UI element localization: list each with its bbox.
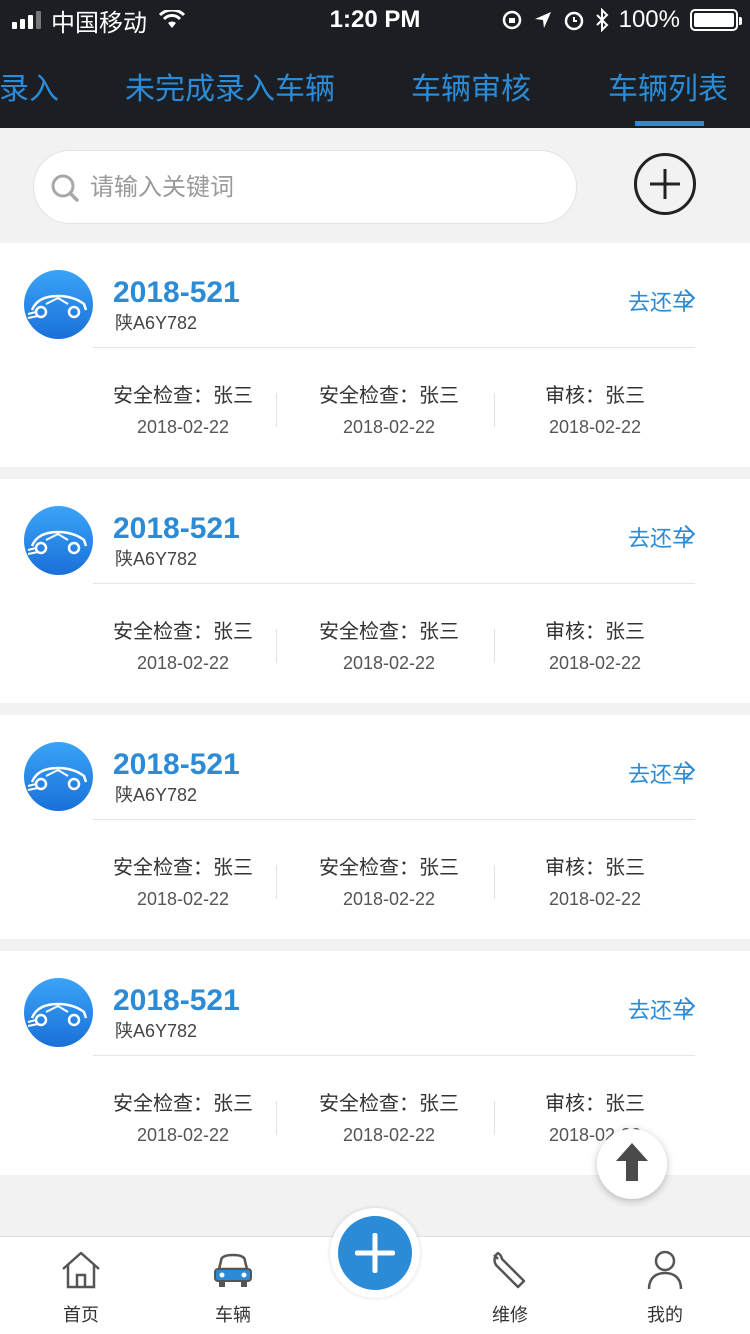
stat-date: 2018-02-22	[548, 1125, 642, 1145]
divider	[276, 865, 277, 899]
battery-label: 100%	[618, 6, 680, 33]
search-input[interactable]	[90, 169, 550, 207]
stat-safety-check: 安全检查：张三 2018-02-22	[289, 855, 489, 911]
tab-vehicle-review[interactable]: 车辆审核	[411, 64, 531, 108]
nav-label: 维修	[492, 1305, 528, 1325]
stat-label: 审核：张三	[545, 385, 645, 407]
stat-safety-check: 安全检查：张三 2018-02-22	[83, 1091, 283, 1147]
car-avatar-icon	[24, 506, 93, 575]
stat-label: 安全检查：张三	[319, 1093, 459, 1115]
stat-date: 2018-02-22	[548, 653, 642, 673]
stat-date: 2018-02-22	[136, 889, 230, 909]
stat-label: 安全检查：张三	[319, 857, 459, 879]
divider	[276, 393, 277, 427]
vehicle-card[interactable]: 2018-521 陕A6Y782 去还车 安全检查：张三 2018-02-22 …	[0, 479, 750, 703]
center-add-button[interactable]	[338, 1216, 412, 1290]
back-to-top-button[interactable]	[597, 1129, 667, 1199]
stat-date: 2018-02-22	[136, 653, 230, 673]
vehicle-card[interactable]: 2018-521 陕A6Y782 去还车 安全检查：张三 2018-02-22 …	[0, 243, 750, 467]
active-tab-indicator	[635, 121, 704, 126]
stat-date: 2018-02-22	[342, 1125, 436, 1145]
stat-date: 2018-02-22	[548, 889, 642, 909]
tab-vehicle-list[interactable]: 车辆列表	[608, 64, 728, 108]
stat-review: 审核：张三 2018-02-22	[495, 383, 695, 439]
stat-date: 2018-02-22	[136, 417, 230, 437]
stat-label: 安全检查：张三	[113, 621, 253, 643]
stat-safety-check: 安全检查：张三 2018-02-22	[83, 855, 283, 911]
add-vehicle-button[interactable]	[634, 153, 696, 215]
car-icon	[214, 1253, 252, 1287]
stat-label: 审核：张三	[545, 857, 645, 879]
car-avatar-icon	[24, 270, 93, 339]
divider	[93, 347, 695, 348]
license-plate: 陕A6Y782	[115, 313, 198, 333]
divider	[276, 629, 277, 663]
user-icon	[647, 1250, 683, 1290]
tab-bar: 录入 未完成录入车辆 车辆审核 车辆列表	[0, 40, 750, 128]
stat-label: 安全检查：张三	[319, 621, 459, 643]
divider	[276, 1101, 277, 1135]
stat-safety-check: 安全检查：张三 2018-02-22	[289, 619, 489, 675]
vehicle-number: 2018-521	[113, 512, 240, 545]
car-avatar-icon	[24, 742, 93, 811]
vehicle-card[interactable]: 2018-521 陕A6Y782 去还车 安全检查：张三 2018-02-22 …	[0, 715, 750, 939]
wrench-icon	[493, 1251, 526, 1289]
stat-date: 2018-02-22	[136, 1125, 230, 1145]
stat-review: 审核：张三 2018-02-22	[495, 855, 695, 911]
license-plate: 陕A6Y782	[115, 549, 198, 569]
stat-safety-check: 安全检查：张三 2018-02-22	[289, 383, 489, 439]
stat-date: 2018-02-22	[342, 889, 436, 909]
stat-safety-check: 安全检查：张三 2018-02-22	[83, 383, 283, 439]
nav-label: 我的	[647, 1305, 683, 1325]
car-avatar-icon	[24, 978, 93, 1047]
stat-review: 审核：张三 2018-02-22	[495, 619, 695, 675]
vehicle-number: 2018-521	[113, 276, 240, 309]
status-bar: 中国移动 1:20 PM 100%	[0, 0, 750, 40]
stat-date: 2018-02-22	[342, 417, 436, 437]
home-icon	[62, 1251, 100, 1289]
nav-label: 车辆	[215, 1305, 251, 1325]
nav-vehicles[interactable]: 车辆	[173, 1237, 293, 1334]
bluetooth-icon	[595, 8, 609, 32]
stat-review: 审核：张三 2018-02-22	[495, 1091, 695, 1147]
nav-label: 首页	[63, 1305, 99, 1325]
stat-label: 安全检查：张三	[113, 385, 253, 407]
tab-record[interactable]: 录入	[0, 64, 59, 108]
stat-label: 审核：张三	[545, 1093, 645, 1115]
divider	[93, 583, 695, 584]
nav-home[interactable]: 首页	[21, 1237, 141, 1334]
divider	[93, 1055, 695, 1056]
stat-label: 安全检查：张三	[113, 857, 253, 879]
status-right: 100%	[501, 6, 742, 34]
vehicle-number: 2018-521	[113, 748, 240, 781]
stat-label: 审核：张三	[545, 621, 645, 643]
license-plate: 陕A6Y782	[115, 785, 198, 805]
stat-date: 2018-02-22	[342, 653, 436, 673]
arrow-up-icon	[616, 1143, 648, 1181]
vehicle-list: 2018-521 陕A6Y782 去还车 安全检查：张三 2018-02-22 …	[0, 243, 750, 1187]
license-plate: 陕A6Y782	[115, 1021, 198, 1041]
stat-date: 2018-02-22	[548, 417, 642, 437]
alarm-icon	[564, 11, 583, 31]
nav-repair[interactable]: 维修	[450, 1237, 570, 1334]
vehicle-number: 2018-521	[113, 984, 240, 1017]
stat-label: 安全检查：张三	[319, 385, 459, 407]
nav-profile[interactable]: 我的	[605, 1237, 725, 1334]
battery-icon	[690, 9, 742, 31]
divider	[93, 819, 695, 820]
search-box[interactable]	[33, 150, 577, 224]
stat-safety-check: 安全检查：张三 2018-02-22	[289, 1091, 489, 1147]
orientation-lock-icon	[502, 10, 521, 30]
location-icon	[534, 12, 551, 28]
search-bar	[0, 128, 750, 244]
tab-incomplete-vehicles[interactable]: 未完成录入车辆	[125, 64, 335, 108]
stat-label: 安全检查：张三	[113, 1093, 253, 1115]
stat-safety-check: 安全检查：张三 2018-02-22	[83, 619, 283, 675]
search-icon	[51, 174, 79, 202]
